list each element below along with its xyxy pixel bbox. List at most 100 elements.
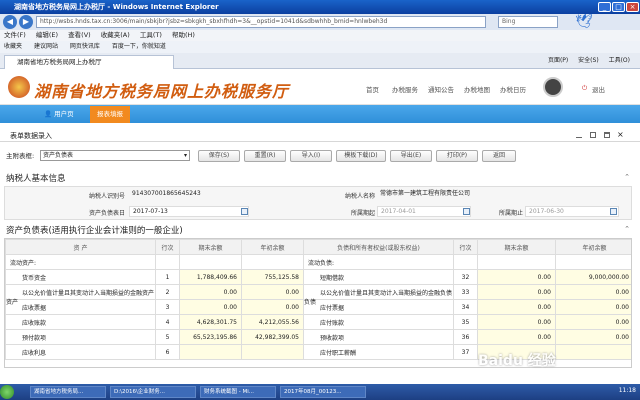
search-input[interactable]: Bing (498, 16, 558, 28)
row-label: 流动负债: (303, 254, 454, 270)
maximize-icon[interactable] (604, 132, 610, 138)
amount-cell[interactable]: 0.00 (241, 299, 304, 315)
table-row: 应收账款 4 4,628,301.75 4,212,055.56 应付账款 35 0.00 0… (5, 314, 631, 330)
period-start-input[interactable]: 2017-04-01 (377, 206, 471, 217)
amount-cell[interactable]: 4,628,301.75 (179, 314, 242, 330)
template-download-button[interactable]: 模板下载(D) (336, 150, 386, 162)
menu-edit[interactable]: 编辑(E) (36, 31, 58, 39)
favorites-suggested[interactable]: 建议网站 (34, 43, 58, 50)
minimize-button[interactable]: _ (598, 2, 611, 12)
line-number: 37 (453, 344, 478, 360)
amount-cell[interactable] (555, 344, 631, 360)
basic-info-heading: 纳税人基本信息 (6, 174, 66, 184)
start-button[interactable] (0, 385, 14, 399)
amount-cell[interactable]: 65,523,195.86 (179, 329, 242, 345)
taxpayer-name-label: 纳税人名称 (344, 193, 375, 200)
forward-icon[interactable]: ▶ (19, 15, 33, 29)
chevron-down-icon: ▾ (183, 152, 187, 159)
user-home-button[interactable]: 👤 用户页 (44, 108, 74, 120)
function-strip: 👤 用户页 报表填报 (0, 105, 640, 123)
amount-cell[interactable]: 9,000,000.00 (555, 269, 631, 285)
tab-tax-hall[interactable]: 湖南省地方税务局网上办税厅 (4, 55, 174, 69)
nav-services[interactable]: 办税服务 (392, 84, 418, 94)
menu-file[interactable]: 文件(F) (4, 31, 26, 39)
amount-cell[interactable] (179, 344, 242, 360)
tools-menu[interactable]: 工具(O) (609, 57, 630, 64)
calendar-icon[interactable] (610, 208, 617, 215)
row-label (155, 254, 180, 270)
task-folder[interactable]: D:\2016\企业财务... (110, 386, 196, 398)
close-icon[interactable]: × (617, 131, 624, 139)
favorites-baidu[interactable]: 百度一下，你就知道 (112, 43, 166, 50)
nav-calendar[interactable]: 办税日历 (500, 84, 526, 94)
amount-cell[interactable]: 0.00 (477, 329, 556, 345)
amount-cell[interactable]: 0.00 (477, 314, 556, 330)
taxid-value: 914307001865645243 (132, 190, 201, 197)
balance-sheet-table: 资 产行次 期末余额 年初余额 负债和所有者权益(或股东权益) 行次 期末余额 年初余额 流… (4, 238, 632, 368)
user-avatar[interactable] (543, 77, 563, 97)
page-menu[interactable]: 页面(P) (548, 57, 568, 64)
calendar-icon[interactable] (241, 208, 248, 215)
amount-cell[interactable]: 0.00 (477, 269, 556, 285)
back-button[interactable]: 返回 (482, 150, 516, 162)
amount-cell[interactable]: 1,788,409.66 (179, 269, 242, 285)
amount-cell[interactable]: 0.00 (179, 284, 242, 300)
amount-cell[interactable]: 0.00 (555, 299, 631, 315)
form-toolbar: 主附表框: 资产负债表 ▾ 保存(S) 重置(R) 导入(I) 模板下载(D) 导… (0, 148, 640, 164)
back-icon[interactable]: ◀ (3, 15, 17, 29)
row-label: 应收利息 (5, 344, 156, 360)
amount-cell[interactable]: 0.00 (477, 299, 556, 315)
collapse-icon[interactable]: ⌃ (624, 225, 630, 233)
row-label: 预付款项 (5, 329, 156, 345)
task-ie[interactable]: 湖南省地方税务局... (30, 386, 106, 398)
amount-cell[interactable]: 755,125.58 (241, 269, 304, 285)
bird-logo-icon: 🕊 (575, 14, 593, 30)
save-button[interactable]: 保存(S) (198, 150, 240, 162)
print-button[interactable]: 打印(P) (436, 150, 478, 162)
bs-date-input[interactable]: 2017-07-13 (129, 206, 249, 217)
line-number: 35 (453, 314, 478, 330)
export-button[interactable]: 导出(E) (390, 150, 432, 162)
nav-map[interactable]: 办税地图 (464, 84, 490, 94)
row-label (453, 254, 478, 270)
amount-cell[interactable]: 42,982,399.05 (241, 329, 304, 345)
import-button[interactable]: 导入(I) (290, 150, 332, 162)
collapse-icon[interactable]: ⌃ (624, 173, 630, 181)
calendar-icon[interactable] (463, 208, 470, 215)
table-row: 应收票据 3 0.00 0.00 应付票据 34 0.00 0.00 (5, 299, 631, 315)
close-button[interactable]: × (626, 2, 639, 12)
safety-menu[interactable]: 安全(S) (578, 57, 599, 64)
amount-cell[interactable]: 0.00 (555, 284, 631, 300)
nav-home[interactable]: 首页 (366, 84, 379, 94)
task-excel[interactable]: 2017年08月_00123... (280, 386, 366, 398)
table-select[interactable]: 资产负债表 ▾ (40, 150, 190, 161)
menu-favorites[interactable]: 收藏夹(A) (101, 31, 130, 39)
maximize-button[interactable]: □ (612, 2, 625, 12)
nav-notices[interactable]: 通知公告 (428, 84, 454, 94)
task-doc[interactable]: 财务系统截图 - Mi... (200, 386, 276, 398)
amount-cell[interactable]: 0.00 (555, 314, 631, 330)
amount-cell[interactable]: 0.00 (555, 329, 631, 345)
amount-cell[interactable]: 0.00 (241, 284, 304, 300)
table-header-row: 资 产行次 期末余额 年初余额 负债和所有者权益(或股东权益) 行次 期末余额 年初余额 (5, 239, 631, 255)
row-label: 应付账款 (303, 314, 454, 330)
amount-cell[interactable]: 0.00 (179, 299, 242, 315)
logout-link[interactable]: 退出 (592, 84, 605, 94)
reset-button[interactable]: 重置(R) (244, 150, 286, 162)
favorites-webslice[interactable]: 网页快讯库 (70, 43, 100, 50)
menu-help[interactable]: 帮助(H) (172, 31, 195, 39)
period-end-input[interactable]: 2017-06-30 (525, 206, 619, 217)
report-fill-tab[interactable]: 报表填报 (90, 106, 130, 123)
restore-icon[interactable] (590, 132, 596, 138)
url-input[interactable]: http://wsbs.hnds.tax.cn:3006/main/sbkjbr… (36, 16, 486, 28)
logout-icon[interactable]: ⏻ (582, 84, 587, 93)
amount-cell[interactable] (241, 344, 304, 360)
amount-cell[interactable]: 0.00 (477, 284, 556, 300)
minimize-icon[interactable] (576, 132, 582, 138)
menu-view[interactable]: 查看(V) (68, 31, 91, 39)
window-title: 湖南省地方税务局网上办税厅 - Windows Internet Explore… (14, 3, 219, 11)
menu-tools[interactable]: 工具(T) (140, 31, 162, 39)
favorites-button[interactable]: 收藏夹 (4, 43, 22, 50)
amount-cell[interactable]: 4,212,055.56 (241, 314, 304, 330)
line-number: 32 (453, 269, 478, 285)
